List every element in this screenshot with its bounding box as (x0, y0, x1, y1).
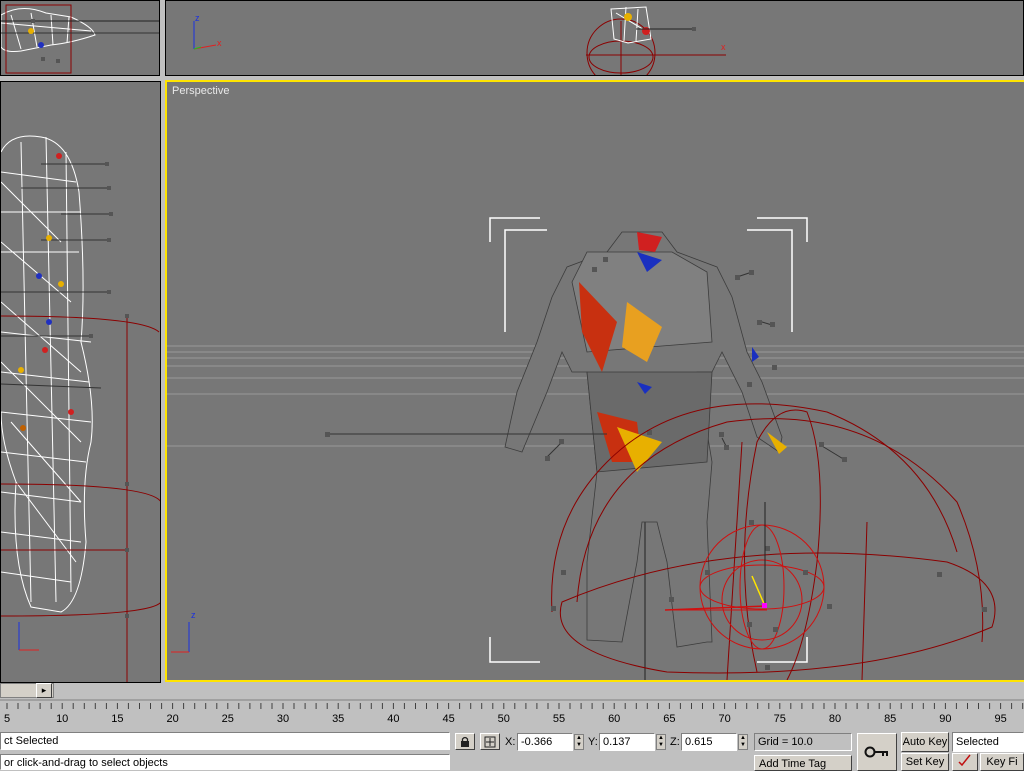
timeline-frame-label: 10 (56, 713, 69, 725)
set-key-button[interactable]: Set Key (901, 753, 949, 771)
axis-x-label-2: x (721, 42, 726, 52)
timeline-frame-label: 95 (994, 713, 1007, 725)
z-coord-label: Z: (670, 736, 680, 748)
timeline-frame-label: 40 (387, 713, 400, 725)
timeline-frame-label: 55 (552, 713, 566, 725)
z-coord-field[interactable]: 0.615 (681, 733, 737, 751)
axis-x-label: x (217, 38, 222, 48)
key-filter-icon[interactable] (952, 753, 978, 771)
axis-z-label: z (195, 13, 200, 23)
top-view-scene (193, 6, 726, 75)
x-coord-field[interactable]: -0.366 (517, 733, 573, 751)
key-filters-button[interactable]: Key Fi (980, 753, 1024, 771)
viewport-perspective[interactable]: Perspective z (165, 80, 1024, 682)
selection-info: ct Selected (0, 732, 450, 750)
timeline-frame-label: 60 (608, 713, 621, 725)
viewport-left[interactable] (0, 81, 161, 683)
timeline-frame-label: 50 (497, 713, 510, 725)
add-time-tag-button[interactable]: Add Time Tag (754, 755, 852, 771)
status-bar: ct Selected or click-and-drag to select … (0, 731, 1024, 771)
wireframe-side-view (1, 135, 160, 682)
timeline-frame-label: 45 (442, 713, 455, 725)
y-spinner[interactable]: ▲ ▼ (656, 734, 666, 750)
key-icon[interactable] (857, 733, 897, 771)
viewport-top[interactable]: x z x (165, 0, 1024, 76)
timeline-frame-label: 90 (939, 713, 952, 725)
timeline-frame-label: 65 (663, 713, 676, 725)
axis-z-label: z (191, 610, 196, 620)
absolute-mode-icon[interactable] (480, 733, 500, 750)
timeline-frame-label: 70 (718, 713, 731, 725)
viewport-top-left[interactable] (0, 0, 160, 76)
wireframe-front-small (1, 4, 159, 74)
x-spinner[interactable]: ▲ ▼ (574, 734, 584, 750)
arrow-right-icon[interactable]: ▸ (36, 683, 52, 698)
timeline-frame-label: 15 (111, 713, 124, 725)
lock-icon[interactable] (455, 733, 475, 750)
z-spinner[interactable]: ▲ ▼ (738, 734, 748, 750)
axis-tripod-icon (171, 622, 190, 653)
axis-tripod-icon (18, 622, 39, 651)
grid-readout: Grid = 10.0 (754, 733, 852, 751)
timeline-frame-label: 80 (828, 713, 842, 725)
perspective-scene (167, 217, 1024, 680)
timeline-ticks (0, 699, 1024, 709)
timeline-frame-label: 75 (773, 713, 786, 725)
axis-tripod-icon (193, 21, 217, 50)
selection-set-dropdown[interactable]: Selected (952, 732, 1024, 752)
y-coord-field[interactable]: 0.137 (599, 733, 655, 751)
timeline-frame-label: 5 (3, 713, 11, 725)
auto-key-button[interactable]: Auto Key (901, 732, 949, 752)
timeline-frame-label: 85 (884, 713, 897, 725)
time-slider-ruler[interactable]: 5 10 15 20 25 30 35 40 45 50 55 60 65 70 75 80 85 90 95 (0, 699, 1024, 731)
timeline-frame-label: 30 (276, 713, 290, 725)
timeline-frame-label: 35 (332, 713, 345, 725)
timeline-frame-label: 20 (166, 713, 179, 725)
y-coord-label: Y: (588, 736, 598, 748)
x-coord-label: X: (505, 736, 516, 748)
timeline-frame-label: 25 (221, 713, 234, 725)
